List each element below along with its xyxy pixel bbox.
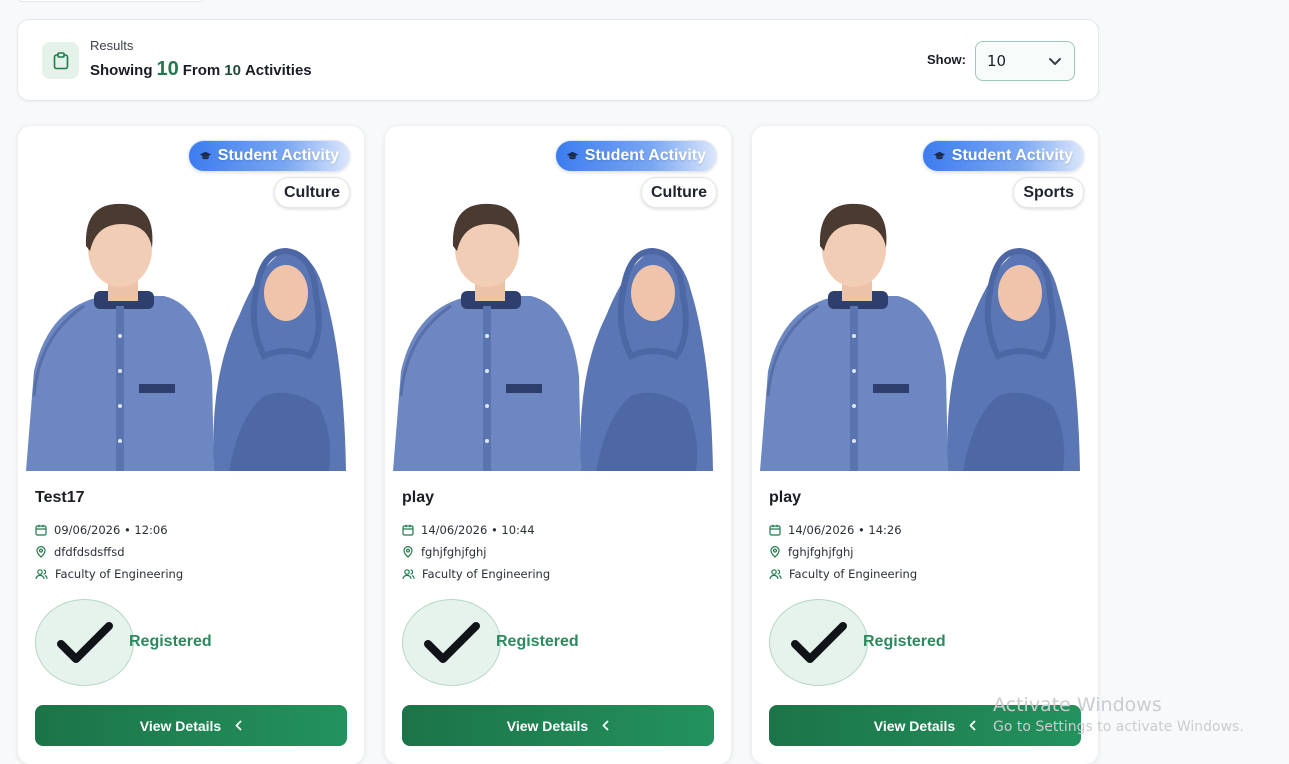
activity-datetime: 14/06/2026 • 14:26: [769, 523, 902, 537]
users-icon: [402, 569, 415, 580]
organizer-text: Faculty of Engineering: [55, 567, 184, 581]
graduation-cap-icon: [566, 151, 579, 161]
clipboard-icon: [42, 42, 79, 79]
chevron-down-icon: [1049, 57, 1061, 65]
results-label: Results: [90, 38, 134, 53]
activity-image: In progress: [24, 196, 362, 471]
activities-word: Activities: [244, 62, 312, 79]
activity-location: fghjfghjfghj: [769, 545, 854, 559]
activate-windows-title: Activate Windows: [993, 694, 1162, 716]
registered-label: Registered: [496, 633, 579, 650]
activity-type-label: Student Activity: [217, 147, 339, 164]
organizer-text: Faculty of Engineering: [789, 567, 918, 581]
activity-title: play: [769, 489, 802, 506]
showing-word: Showing: [90, 62, 153, 79]
checkmark-icon: [423, 621, 480, 663]
graduation-cap-icon: [199, 151, 212, 161]
page-size-select[interactable]: 10: [975, 41, 1075, 81]
registered-indicator: [769, 599, 868, 686]
view-details-label: View Details: [506, 717, 589, 734]
activity-organizer: Faculty of Engineering: [769, 567, 917, 581]
location-text: fghjfghjfghj: [421, 545, 487, 559]
activity-organizer: Faculty of Engineering: [402, 567, 550, 581]
location-text: fghjfghjfghj: [788, 545, 854, 559]
chevron-left-icon: [969, 720, 976, 731]
chevron-left-icon: [235, 720, 242, 731]
datetime-text: 09/06/2026 • 12:06: [54, 523, 168, 537]
calendar-icon: [402, 524, 414, 536]
location-text: dfdfdsdsffsd: [54, 545, 125, 559]
location-pin-icon: [403, 546, 413, 558]
category-badge: Culture: [274, 177, 350, 208]
registered-indicator: [35, 599, 134, 686]
datetime-text: 14/06/2026 • 10:44: [421, 523, 535, 537]
activity-card: In progress Student Activity Culture pla…: [384, 125, 732, 764]
graduation-cap-icon: [933, 151, 946, 161]
activity-datetime: 09/06/2026 • 12:06: [35, 523, 168, 537]
location-pin-icon: [36, 546, 46, 558]
datetime-text: 14/06/2026 • 14:26: [788, 523, 902, 537]
chevron-left-icon: [602, 720, 609, 731]
activity-type-badge: Student Activity: [187, 140, 350, 172]
view-details-label: View Details: [873, 717, 956, 734]
organizer-text: Faculty of Engineering: [422, 567, 551, 581]
page-size-value: 10: [987, 52, 1007, 70]
location-pin-icon: [770, 546, 780, 558]
activity-title: play: [402, 489, 435, 506]
total-count: 10: [224, 62, 241, 79]
activity-type-badge: Student Activity: [554, 140, 717, 172]
checkmark-icon: [790, 621, 847, 663]
activity-location: dfdfdsdsffsd: [35, 545, 125, 559]
results-summary: Showing 10 From 10 Activities: [90, 58, 312, 81]
activity-title: Test17: [35, 489, 85, 506]
calendar-icon: [35, 524, 47, 536]
view-details-button[interactable]: View Details: [402, 705, 714, 746]
activity-location: fghjfghjfghj: [402, 545, 487, 559]
registered-indicator: [402, 599, 501, 686]
activity-type-label: Student Activity: [584, 147, 706, 164]
activity-card: Completed Student Activity Sports play 1…: [751, 125, 1099, 764]
activity-type-badge: Student Activity: [921, 140, 1084, 172]
results-bar: Results Showing 10 From 10 Activities Sh…: [17, 19, 1099, 101]
show-label: Show:: [927, 52, 966, 67]
activity-card: In progress Student Activity Culture Tes…: [17, 125, 365, 764]
checkmark-icon: [56, 621, 113, 663]
top-card-edge: [18, 0, 204, 2]
activity-image: In progress: [391, 196, 729, 471]
view-details-button[interactable]: View Details: [35, 705, 347, 746]
users-icon: [769, 569, 782, 580]
activity-type-label: Student Activity: [951, 147, 1073, 164]
registered-label: Registered: [129, 633, 212, 650]
activity-image: Completed: [758, 196, 1096, 471]
category-badge: Sports: [1013, 177, 1084, 208]
activity-organizer: Faculty of Engineering: [35, 567, 183, 581]
showing-count: 10: [156, 58, 179, 80]
from-word: From: [182, 62, 221, 79]
activity-datetime: 14/06/2026 • 10:44: [402, 523, 535, 537]
activate-windows-subtitle: Go to Settings to activate Windows.: [993, 719, 1244, 735]
calendar-icon: [769, 524, 781, 536]
users-icon: [35, 569, 48, 580]
category-badge: Culture: [641, 177, 717, 208]
view-details-label: View Details: [139, 717, 222, 734]
registered-label: Registered: [863, 633, 946, 650]
